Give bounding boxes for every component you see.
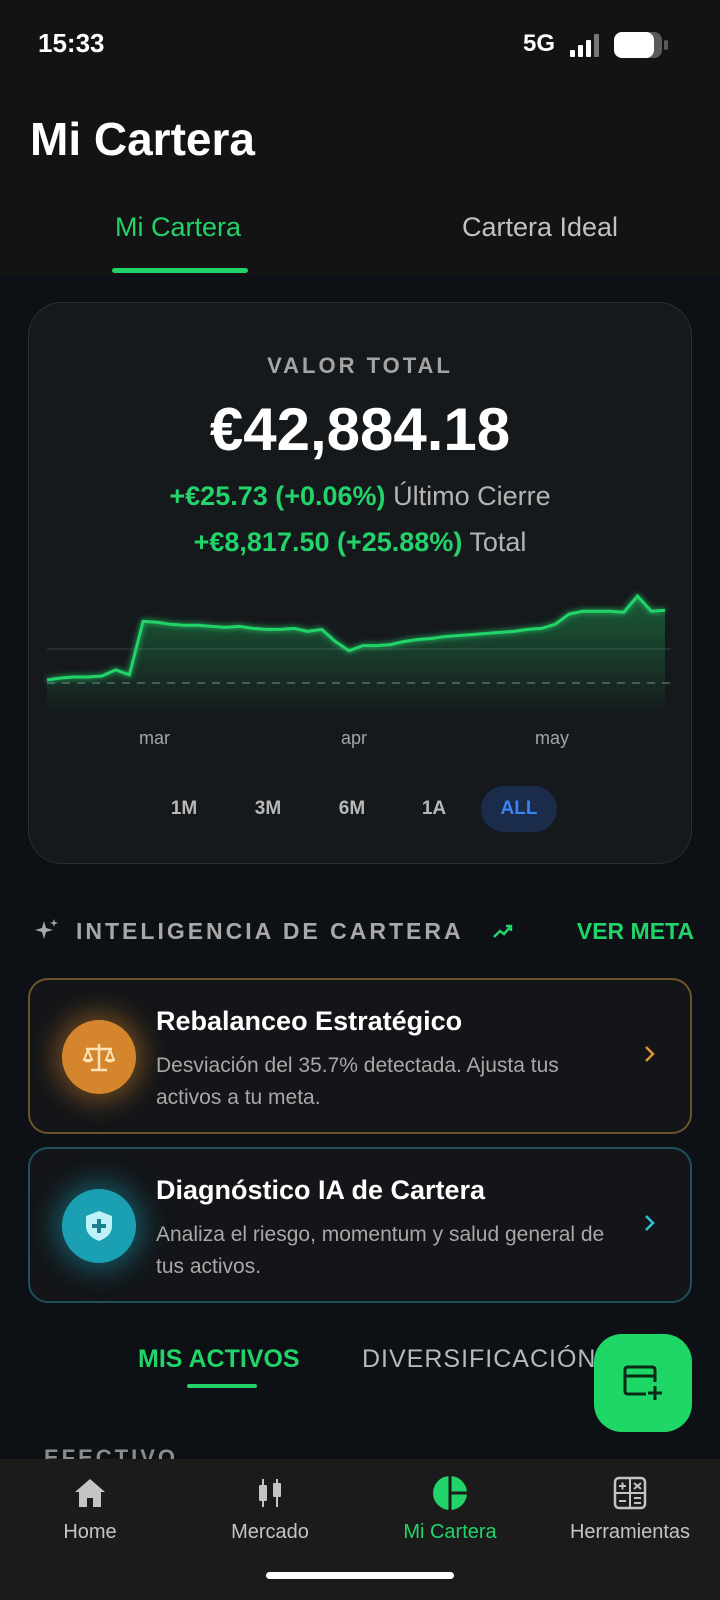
sparkle-icon (35, 919, 58, 939)
signal-icon (570, 34, 599, 57)
range-1a-button[interactable]: 1A (396, 786, 472, 832)
diagnostic-card[interactable]: Diagnóstico IA de Cartera Analiza el rie… (28, 1147, 692, 1303)
intelligence-title: INTELIGENCIA DE CARTERA (76, 918, 464, 944)
status-time: 15:33 (38, 28, 105, 58)
diagnostic-description: Analiza el riesgo, momentum y salud gene… (156, 1223, 605, 1278)
nav-mi-cartera-label: Mi Cartera (403, 1521, 497, 1543)
nav-herramientas[interactable]: Herramientas (540, 1459, 720, 1600)
tab-mi-cartera[interactable]: Mi Cartera (110, 212, 246, 243)
page-title: Mi Cartera (30, 113, 255, 165)
last-close-row: +€25.73 (+0.06%) Último Cierre (29, 481, 691, 512)
nav-home-label: Home (63, 1521, 117, 1543)
add-transaction-button[interactable] (594, 1334, 692, 1432)
active-tab-indicator (112, 268, 248, 273)
x-tick-mar: mar (139, 728, 170, 748)
range-6m-button[interactable]: 6M (314, 786, 390, 832)
rebalance-card[interactable]: Rebalanceo Estratégico Desviación del 35… (28, 978, 692, 1134)
last-close-label: Último Cierre (393, 481, 551, 511)
x-tick-may: may (535, 728, 570, 748)
total-value: €42,884.18 (209, 396, 511, 463)
pie-chart-icon (433, 1476, 467, 1510)
balance-scale-icon (82, 1044, 116, 1072)
tab-mis-activos[interactable]: MIS ACTIVOS (138, 1345, 300, 1374)
ver-meta-link[interactable]: VER META (577, 918, 694, 945)
calculator-icon (613, 1476, 647, 1510)
battery-icon (614, 32, 668, 58)
chevron-right-icon (645, 1215, 655, 1231)
candlestick-icon (259, 1479, 281, 1507)
portfolio-value-card: VALOR TOTAL €42,884.18 +€25.73 (+0.06%) … (28, 302, 692, 864)
home-icon (75, 1479, 105, 1507)
intelligence-header: INTELIGENCIA DE CARTERA VER META (34, 918, 694, 954)
range-1m-button[interactable]: 1M (146, 786, 222, 832)
range-all-button[interactable]: ALL (481, 786, 557, 832)
rebalance-title: Rebalanceo Estratégico (156, 1006, 463, 1036)
total-change-row: +€8,817.50 (+25.88%) Total (29, 527, 691, 558)
rebalance-icon-badge (62, 1020, 136, 1094)
tab-diversificacion[interactable]: DIVERSIFICACIÓN (362, 1345, 596, 1374)
last-close-change: +€25.73 (+0.06%) (169, 481, 386, 511)
shield-plus-icon (86, 1211, 112, 1241)
nav-home[interactable]: Home (0, 1459, 180, 1600)
status-bar: 15:33 5G (0, 0, 720, 90)
total-value-label: VALOR TOTAL (267, 353, 453, 378)
active-subtab-indicator (187, 1384, 257, 1388)
total-change-label: Total (469, 527, 527, 557)
home-indicator (266, 1572, 454, 1579)
diagnostic-icon-badge (62, 1189, 136, 1263)
add-card-icon (623, 1365, 662, 1400)
x-tick-apr: apr (341, 728, 368, 748)
portfolio-chart[interactable] (41, 588, 681, 718)
rebalance-description: Desviación del 35.7% detectada. Ajusta t… (156, 1054, 559, 1109)
trending-up-icon (493, 924, 513, 938)
chevron-right-icon (645, 1046, 655, 1062)
total-change: +€8,817.50 (+25.88%) (193, 527, 463, 557)
nav-herramientas-label: Herramientas (569, 1521, 691, 1543)
tab-cartera-ideal[interactable]: Cartera Ideal (455, 212, 625, 243)
diagnostic-title: Diagnóstico IA de Cartera (156, 1175, 486, 1205)
network-type: 5G (523, 30, 556, 57)
nav-mercado-label: Mercado (231, 1521, 309, 1543)
range-3m-button[interactable]: 3M (230, 786, 306, 832)
